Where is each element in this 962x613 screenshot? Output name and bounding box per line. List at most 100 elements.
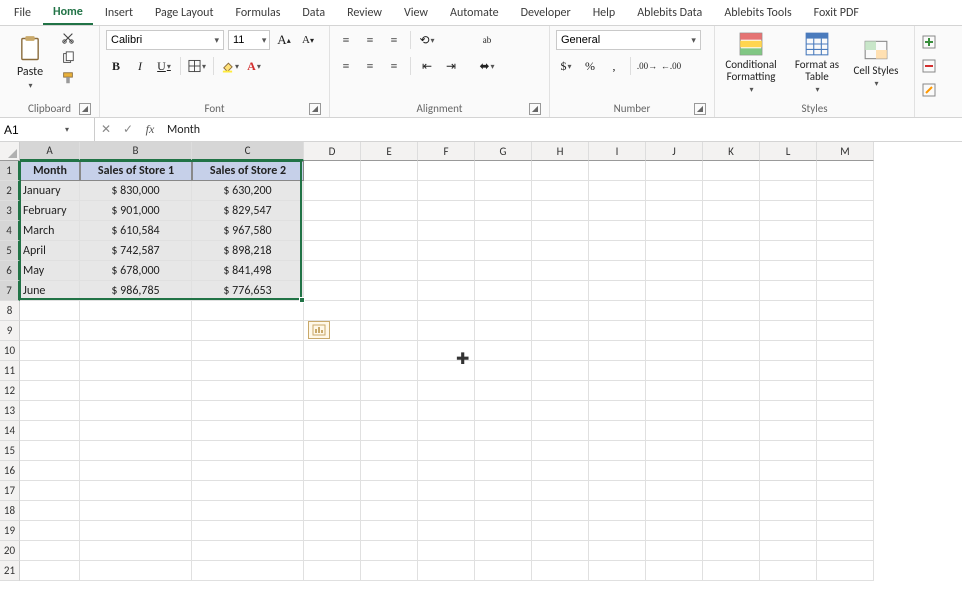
cell[interactable] xyxy=(475,201,532,221)
row-header[interactable]: 9 xyxy=(0,321,20,341)
cell[interactable] xyxy=(817,561,874,581)
cell[interactable] xyxy=(817,201,874,221)
font-size-input[interactable] xyxy=(229,31,259,49)
cell[interactable] xyxy=(703,321,760,341)
cell[interactable] xyxy=(475,501,532,521)
decrease-font-button[interactable]: A▾ xyxy=(298,30,318,50)
cell[interactable] xyxy=(589,401,646,421)
cell[interactable] xyxy=(646,261,703,281)
cell[interactable] xyxy=(817,421,874,441)
column-header[interactable]: A xyxy=(20,142,80,161)
merge-center-button[interactable]: ⬌▾ xyxy=(473,56,501,76)
cell[interactable] xyxy=(20,541,80,561)
cell[interactable] xyxy=(475,541,532,561)
font-name-input[interactable] xyxy=(107,31,211,49)
cell[interactable] xyxy=(646,221,703,241)
cell[interactable] xyxy=(589,441,646,461)
cell[interactable] xyxy=(304,481,361,501)
cell[interactable] xyxy=(304,541,361,561)
align-right-button[interactable]: ≡ xyxy=(384,56,404,76)
cell[interactable] xyxy=(304,241,361,261)
column-header[interactable]: G xyxy=(475,142,532,161)
column-header[interactable]: M xyxy=(817,142,874,161)
align-left-button[interactable]: ≡ xyxy=(336,56,356,76)
cell[interactable] xyxy=(646,481,703,501)
cell-styles-button[interactable]: Cell Styles▾ xyxy=(853,30,899,96)
cell[interactable] xyxy=(760,261,817,281)
cell[interactable] xyxy=(304,441,361,461)
row-header[interactable]: 21 xyxy=(0,561,20,581)
percent-format-button[interactable]: % xyxy=(580,56,600,76)
cell[interactable]: $ 967,580 xyxy=(192,221,304,241)
cell[interactable] xyxy=(192,441,304,461)
cell[interactable] xyxy=(20,301,80,321)
cell[interactable] xyxy=(532,261,589,281)
tab-ablebits-tools[interactable]: Ablebits Tools xyxy=(714,2,801,24)
cell[interactable] xyxy=(304,521,361,541)
cell[interactable] xyxy=(646,341,703,361)
cell[interactable] xyxy=(817,541,874,561)
cell[interactable]: January xyxy=(20,181,80,201)
cell[interactable] xyxy=(418,521,475,541)
tab-file[interactable]: File xyxy=(4,2,41,24)
column-header[interactable]: D xyxy=(304,142,361,161)
enter-formula-icon[interactable]: ✓ xyxy=(117,122,139,137)
cell[interactable] xyxy=(20,501,80,521)
cell[interactable]: $ 901,000 xyxy=(80,201,192,221)
tab-foxit-pdf[interactable]: Foxit PDF xyxy=(804,2,869,24)
cell[interactable] xyxy=(418,501,475,521)
cell[interactable] xyxy=(192,481,304,501)
underline-button[interactable]: U▾ xyxy=(154,56,174,76)
row-header[interactable]: 10 xyxy=(0,341,20,361)
cell[interactable] xyxy=(589,501,646,521)
delete-cells-icon[interactable] xyxy=(921,58,937,74)
cell[interactable]: $ 742,587 xyxy=(80,241,192,261)
cell[interactable] xyxy=(418,341,475,361)
cell[interactable] xyxy=(817,381,874,401)
cell[interactable] xyxy=(192,361,304,381)
row-header[interactable]: 13 xyxy=(0,401,20,421)
cell[interactable] xyxy=(475,261,532,281)
cell[interactable] xyxy=(703,261,760,281)
increase-indent-button[interactable]: ⇥ xyxy=(441,56,461,76)
cell[interactable] xyxy=(475,361,532,381)
cell-grid[interactable]: Month Sales of Store 1 Sales of Store 2 … xyxy=(20,161,962,581)
number-launcher[interactable]: ◢ xyxy=(694,103,706,115)
cell[interactable] xyxy=(304,561,361,581)
cell[interactable] xyxy=(80,441,192,461)
cell[interactable] xyxy=(817,301,874,321)
cell[interactable] xyxy=(760,201,817,221)
cell[interactable] xyxy=(192,541,304,561)
cell[interactable] xyxy=(475,521,532,541)
cell[interactable] xyxy=(361,201,418,221)
cell[interactable] xyxy=(817,161,874,181)
cell[interactable] xyxy=(20,561,80,581)
column-header[interactable]: J xyxy=(646,142,703,161)
cell[interactable] xyxy=(418,561,475,581)
fill-color-button[interactable]: ▾ xyxy=(220,56,240,76)
cell[interactable] xyxy=(817,521,874,541)
cell[interactable] xyxy=(760,441,817,461)
cell[interactable] xyxy=(192,381,304,401)
column-header[interactable]: E xyxy=(361,142,418,161)
cell[interactable] xyxy=(532,461,589,481)
cell[interactable] xyxy=(418,321,475,341)
chevron-down-icon[interactable]: ▾ xyxy=(211,35,223,46)
increase-decimal-button[interactable]: .00→ xyxy=(637,56,657,76)
cell[interactable] xyxy=(703,181,760,201)
cell[interactable] xyxy=(760,161,817,181)
font-color-button[interactable]: A▾ xyxy=(244,56,264,76)
cell[interactable] xyxy=(817,501,874,521)
cell[interactable] xyxy=(361,481,418,501)
cell[interactable] xyxy=(361,281,418,301)
cell[interactable] xyxy=(361,561,418,581)
cell[interactable] xyxy=(589,261,646,281)
align-middle-button[interactable]: ≡ xyxy=(360,30,380,50)
cell[interactable] xyxy=(589,281,646,301)
increase-font-button[interactable]: A▴ xyxy=(274,30,294,50)
cell[interactable] xyxy=(646,541,703,561)
tab-insert[interactable]: Insert xyxy=(95,2,143,24)
cell[interactable] xyxy=(703,561,760,581)
cell[interactable]: $ 986,785 xyxy=(80,281,192,301)
column-header[interactable]: I xyxy=(589,142,646,161)
